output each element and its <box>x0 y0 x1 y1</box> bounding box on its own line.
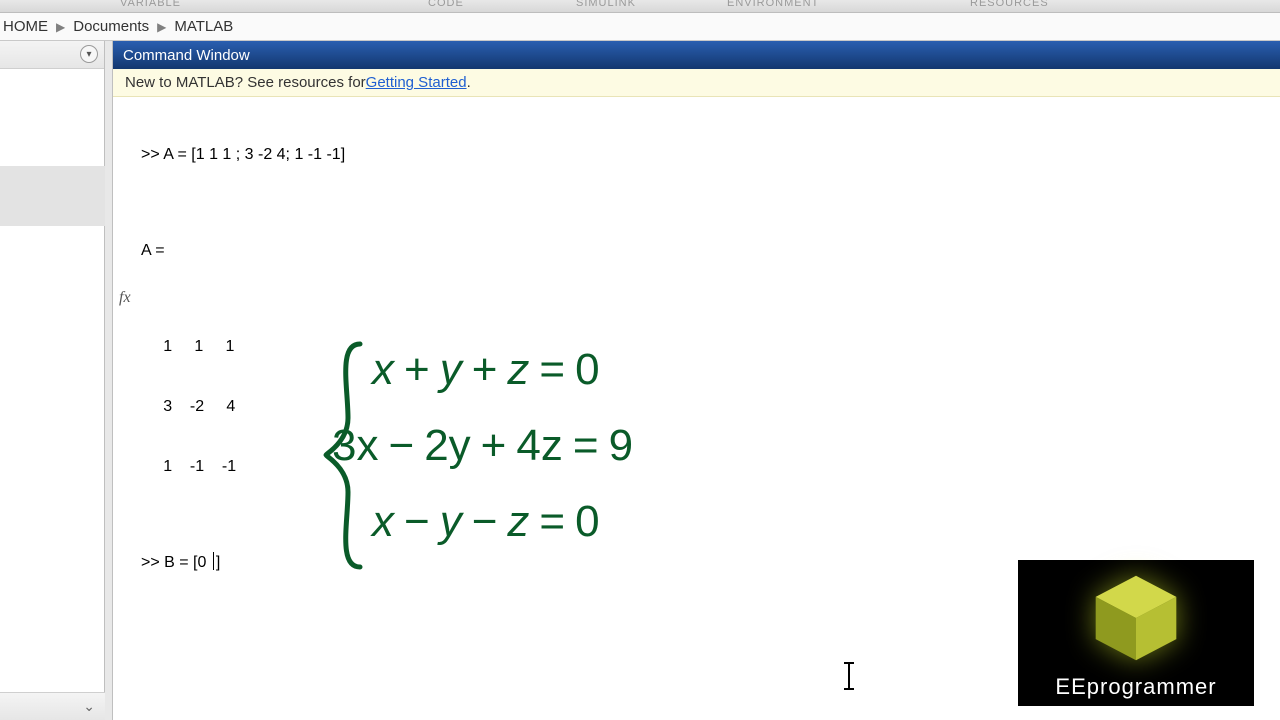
chevron-down-icon: ⌄ <box>83 698 95 715</box>
matrix-row: 1 -1 -1 <box>141 455 1280 479</box>
cmd-line: >> A = [1 1 1 ; 3 -2 4; 1 -1 -1] <box>141 143 1280 167</box>
getting-started-link[interactable]: Getting Started <box>366 74 467 91</box>
toolstrip-section-variable: VARIABLE <box>120 0 181 9</box>
command-window-title: Command Window <box>113 41 1280 69</box>
fx-function-browser-icon[interactable]: fx <box>119 289 131 307</box>
banner-text: New to MATLAB? See resources for <box>125 74 366 91</box>
text-cursor-icon <box>848 662 850 690</box>
cube-logo-icon <box>1088 570 1184 666</box>
panel-menu-button[interactable]: ▾ <box>80 45 98 63</box>
chevron-right-icon: ▶ <box>56 20 65 34</box>
chevron-right-icon: ▶ <box>157 20 166 34</box>
toolstrip-section-code: CODE <box>428 0 464 9</box>
cmd-output-header: A = <box>141 239 1280 263</box>
chevron-down-icon: ▾ <box>86 49 91 60</box>
current-folder-panel: ▾ ⌄ <box>0 41 105 720</box>
breadcrumb-seg-documents[interactable]: Documents <box>73 18 149 35</box>
current-folder-header: ▾ <box>0 41 104 69</box>
getting-started-banner: New to MATLAB? See resources for Getting… <box>113 69 1280 97</box>
equation-1: x+y+z=0 <box>372 332 633 408</box>
current-folder-breadcrumb[interactable]: HOME ▶ Documents ▶ MATLAB <box>0 13 1280 41</box>
banner-suffix: . <box>467 74 471 91</box>
text-caret <box>213 552 214 570</box>
toolstrip-section-resources: RESOURCES <box>970 0 1049 9</box>
watermark-text: EEprogrammer <box>1055 674 1216 700</box>
panel-splitter[interactable] <box>105 41 113 720</box>
toolstrip-section-simulink: SIMULINK <box>576 0 636 9</box>
breadcrumb-seg-home[interactable]: HOME <box>3 18 48 35</box>
details-panel-header[interactable]: ⌄ <box>0 692 105 720</box>
equation-2: 3x−2y+4z=9 <box>332 408 633 484</box>
matrix-row: 1 1 1 <box>141 335 1280 359</box>
toolstrip: VARIABLE CODE SIMULINK ENVIRONMENT RESOU… <box>0 0 1280 13</box>
toolstrip-section-environment: ENVIRONMENT <box>727 0 819 9</box>
matrix-row: 3 -2 4 <box>141 395 1280 419</box>
sidebar-selection <box>0 166 105 226</box>
eeprogrammer-watermark: EEprogrammer <box>1018 560 1254 706</box>
breadcrumb-seg-matlab[interactable]: MATLAB <box>174 18 233 35</box>
equation-3: x−y−z=0 <box>372 484 633 560</box>
